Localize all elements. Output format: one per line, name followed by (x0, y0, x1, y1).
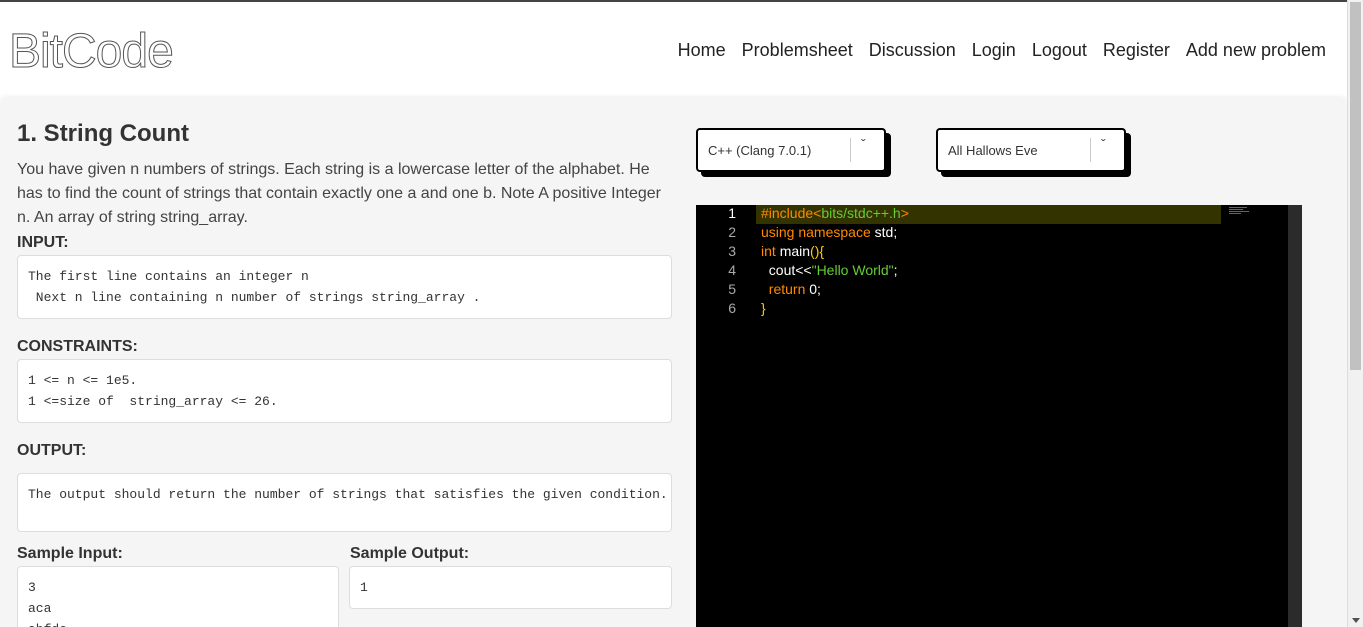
nav-register[interactable]: Register (1103, 40, 1170, 61)
language-select-value: C++ (Clang 7.0.1) (708, 143, 812, 158)
code-line[interactable]: cout<<"Hello World"; (761, 262, 898, 278)
constraints-label: CONSTRAINTS: (17, 338, 138, 355)
language-select-divider (850, 138, 851, 162)
editor-gutter: 1 2 3 4 5 6 (696, 205, 748, 627)
site-header: BitCode Home Problemsheet Discussion Log… (0, 2, 1347, 98)
problem-description: You have given n numbers of strings. Eac… (17, 161, 661, 226)
line-number: 3 (728, 243, 736, 259)
code-token: std; (874, 224, 898, 240)
code-token: int (761, 243, 780, 259)
sample-output-box: 1 (349, 566, 672, 609)
line-number: 2 (728, 224, 736, 240)
output-box: The output should return the number of s… (17, 473, 672, 532)
page-scrollbar[interactable] (1347, 0, 1363, 627)
nav-problemsheet[interactable]: Problemsheet (742, 40, 853, 61)
main-nav: Home Problemsheet Discussion Login Logou… (678, 40, 1326, 61)
editor-scrollbar[interactable] (1288, 205, 1302, 627)
code-editor[interactable]: 1 2 3 4 5 6 #include<bits/stdc++.h> usin… (696, 205, 1302, 627)
theme-select[interactable]: All Hallows Eve ˇ (936, 128, 1126, 172)
constraints-box: 1 <= n <= 1e5. 1 <=size of string_array … (17, 359, 672, 423)
line-number: 5 (728, 281, 736, 297)
code-line[interactable]: } (761, 300, 766, 316)
nav-logout[interactable]: Logout (1032, 40, 1087, 61)
nav-discussion[interactable]: Discussion (869, 40, 956, 61)
nav-add-new-problem[interactable]: Add new problem (1186, 40, 1326, 61)
code-line[interactable]: #include<bits/stdc++.h> (761, 205, 909, 221)
line-number: 6 (728, 300, 736, 316)
input-label: INPUT: (17, 234, 69, 251)
code-line[interactable]: using namespace std; (761, 224, 897, 240)
line-number: 4 (728, 262, 736, 278)
code-token: using namespace (761, 224, 875, 240)
line-number: 1 (728, 205, 736, 221)
problem-content: 1. String Count You have given n numbers… (0, 98, 1347, 627)
code-token: } (761, 300, 766, 316)
code-token: main (779, 243, 811, 259)
language-select[interactable]: C++ (Clang 7.0.1) ˇ (696, 128, 886, 172)
nav-home[interactable]: Home (678, 40, 726, 61)
code-line[interactable]: int main(){ (761, 243, 824, 259)
sample-input-box: 3 aca abfde (17, 566, 339, 627)
chevron-down-icon[interactable]: ˇ (861, 136, 866, 152)
code-token: 0; (809, 281, 821, 297)
scroll-down-arrow-icon[interactable] (1352, 618, 1360, 623)
sample-output-label: Sample Output: (350, 545, 470, 562)
chevron-down-icon[interactable]: ˇ (1101, 136, 1106, 152)
nav-login[interactable]: Login (972, 40, 1016, 61)
code-token: bits/stdc++.h (821, 205, 901, 221)
code-token: ; (893, 262, 898, 278)
code-token: #include (761, 205, 814, 221)
code-token: "Hello World" (811, 262, 894, 278)
theme-select-value: All Hallows Eve (948, 143, 1038, 158)
code-token: return (761, 281, 810, 297)
code-token: cout<< (761, 262, 812, 278)
editor-minimap[interactable] (1229, 207, 1251, 215)
output-label: OUTPUT: (17, 442, 87, 459)
theme-select-divider (1090, 138, 1091, 162)
site-logo[interactable]: BitCode (9, 24, 175, 79)
sample-input-label: Sample Input: (17, 545, 123, 562)
code-line[interactable]: return 0; (761, 281, 821, 297)
code-token: > (900, 205, 909, 221)
input-box: The first line contains an integer n Nex… (17, 255, 672, 319)
problem-title: 1. String Count (17, 120, 189, 147)
page-scrollbar-thumb[interactable] (1350, 2, 1361, 370)
code-token: (){ (810, 243, 825, 259)
